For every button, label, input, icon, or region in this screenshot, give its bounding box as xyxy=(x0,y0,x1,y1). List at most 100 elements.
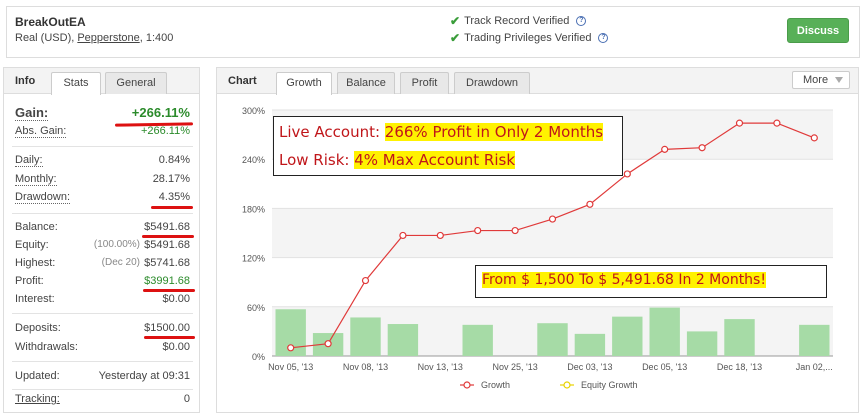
account-type: Real (USD), xyxy=(15,32,78,44)
highest-label: Highest: xyxy=(15,257,56,269)
growth-point xyxy=(698,144,706,152)
broker-link[interactable]: Pepperstone xyxy=(77,32,139,44)
trading-privileges-label: Trading Privileges Verified xyxy=(464,32,592,44)
underline-mark xyxy=(142,235,194,238)
abs-gain-value: +266.11% xyxy=(140,125,190,137)
withdrawals-label: Withdrawals: xyxy=(15,341,78,353)
monthly-row: Monthly: 28.17% xyxy=(15,173,190,187)
updated-row: Updated: Yesterday at 09:31 xyxy=(15,370,190,384)
profit-row: Profit: $3991.68 xyxy=(15,275,190,289)
tab-balance[interactable]: Balance xyxy=(337,72,395,94)
monthly-label: Monthly: xyxy=(15,173,57,186)
highest-date: (Dec 20) xyxy=(101,257,140,268)
growth-point xyxy=(324,340,332,348)
growth-point xyxy=(773,119,781,127)
withdrawals-row: Withdrawals: $0.00 xyxy=(15,341,190,355)
growth-point xyxy=(474,226,482,235)
annotation-highlight: 266% Profit in Only 2 Months xyxy=(384,123,604,141)
growth-point xyxy=(810,134,818,142)
bar xyxy=(799,324,830,356)
info-title: Info xyxy=(15,75,36,87)
more-label: More xyxy=(803,74,829,86)
tab-growth[interactable]: Growth xyxy=(276,72,332,95)
balance-label: Balance: xyxy=(15,221,58,233)
legend-marker xyxy=(463,381,471,389)
growth-point xyxy=(735,119,744,127)
divider xyxy=(12,213,193,214)
legend-marker xyxy=(563,381,571,389)
divider xyxy=(12,389,193,390)
bar xyxy=(686,331,718,356)
x-tick-label: Nov 05, '13 xyxy=(268,362,313,372)
annotation-box-profit: Live Account: 266% Profit in Only 2 Mont… xyxy=(273,116,623,176)
legend-label: Growth xyxy=(481,380,510,390)
gain-value: +266.11% xyxy=(131,105,190,120)
legend-label: Equity Growth xyxy=(581,380,638,390)
profit-value: $3991.68 xyxy=(144,275,190,287)
deposits-row: Deposits: $1500.00 xyxy=(15,322,190,336)
bar xyxy=(574,333,606,356)
x-tick-label: Nov 13, '13 xyxy=(418,362,463,372)
deposits-label: Deposits: xyxy=(15,322,61,334)
chevron-down-icon xyxy=(835,77,843,83)
help-icon[interactable]: ? xyxy=(598,33,609,43)
tab-stats[interactable]: Stats xyxy=(51,72,101,95)
account-details: Real (USD), Pepperstone, 1:400 xyxy=(15,32,173,44)
updated-label: Updated: xyxy=(15,370,60,382)
tab-general[interactable]: General xyxy=(105,72,167,94)
info-panel: Info Stats General Gain: +266.11% Abs. G… xyxy=(3,67,200,413)
trading-privileges-verified: ✔ Trading Privileges Verified ? xyxy=(450,31,609,45)
y-tick-label: 300% xyxy=(242,106,265,116)
x-tick-label: Dec 03, '13 xyxy=(567,362,612,372)
equity-label: Equity: xyxy=(15,239,49,251)
tab-drawdown[interactable]: Drawdown xyxy=(454,72,530,94)
info-tabs: Info Stats General xyxy=(4,68,199,95)
chart-panel: Chart Growth Balance Profit Drawdown Mor… xyxy=(216,67,859,413)
more-dropdown[interactable]: More xyxy=(792,71,850,89)
annotation-balance-text: From $ 1,500 To $ 5,491.68 In 2 Months! xyxy=(482,272,766,288)
withdrawals-value: $0.00 xyxy=(162,341,190,353)
daily-row: Daily: 0.84% xyxy=(15,154,190,168)
x-tick-label: Jan 02,... xyxy=(796,362,833,372)
equity-value: $5491.68 xyxy=(144,239,190,251)
help-icon[interactable]: ? xyxy=(576,16,587,26)
bar xyxy=(724,319,755,356)
divider xyxy=(12,361,193,362)
highest-row: Highest: (Dec 20) $5741.68 xyxy=(15,257,190,271)
y-tick-label: 120% xyxy=(242,254,265,264)
tab-profit[interactable]: Profit xyxy=(400,72,449,94)
bar xyxy=(649,307,680,356)
equity-row: Equity: (100.00%) $5491.68 xyxy=(15,239,190,253)
tracking-row: Tracking: 0 xyxy=(15,393,190,407)
annotation-line-2: Low Risk: 4% Max Account Risk xyxy=(279,151,516,169)
balance-row: Balance: $5491.68 xyxy=(15,221,190,235)
underline-mark xyxy=(151,206,193,209)
x-tick-label: Dec 18, '13 xyxy=(717,362,762,372)
abs-gain-row: Abs. Gain: +266.11% xyxy=(15,125,190,139)
gain-label: Gain: xyxy=(15,105,49,121)
divider xyxy=(12,146,193,147)
abs-gain-label: Abs. Gain: xyxy=(15,125,67,138)
underline-mark xyxy=(143,289,195,292)
tracking-link[interactable]: Tracking: xyxy=(15,393,60,405)
discuss-button[interactable]: Discuss xyxy=(787,18,849,43)
chart-tabs: Chart Growth Balance Profit Drawdown Mor… xyxy=(217,68,858,95)
account-header: BreakOutEA Real (USD), Pepperstone, 1:40… xyxy=(6,6,860,58)
track-record-verified: ✔ Track Record Verified ? xyxy=(450,14,587,28)
tracking-value: 0 xyxy=(183,393,190,405)
y-tick-label: 180% xyxy=(242,204,265,214)
bar xyxy=(387,324,419,356)
annotation-line-1: Live Account: 266% Profit in Only 2 Mont… xyxy=(279,123,604,141)
annotation-prefix: Low Risk: xyxy=(279,151,355,169)
bar xyxy=(350,317,381,356)
annotation-highlight: 4% Max Account Risk xyxy=(354,151,516,169)
growth-point xyxy=(623,170,631,178)
equity-percent: (100.00%) xyxy=(93,239,140,250)
daily-label: Daily: xyxy=(15,154,43,167)
gain-row: Gain: +266.11% xyxy=(15,105,190,123)
interest-label: Interest: xyxy=(15,293,55,305)
chart-title: Chart xyxy=(228,75,257,87)
interest-row: Interest: $0.00 xyxy=(15,293,190,307)
drawdown-value: 4.35% xyxy=(158,191,190,203)
updated-value: Yesterday at 09:31 xyxy=(98,370,190,382)
